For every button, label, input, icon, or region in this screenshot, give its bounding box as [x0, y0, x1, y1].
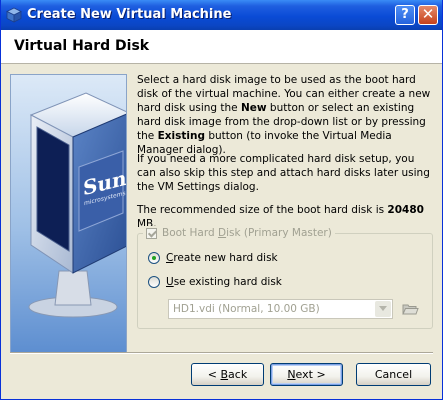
wizard-header: Virtual Hard Disk [1, 30, 442, 64]
use-existing-disk-radio[interactable]: Use existing hard disk [148, 275, 282, 289]
next-label: ext > [295, 368, 326, 381]
next-button[interactable]: Next > [270, 363, 343, 386]
back-label: ack [228, 368, 248, 381]
existing-keyword: Existing [157, 130, 205, 142]
checkbox-label: Boot Hard Disk (Primary Master) [162, 227, 332, 239]
create-new-disk-radio[interactable]: Create new hard disk [148, 251, 278, 265]
new-keyword: New [240, 102, 267, 114]
description-paragraph-1: Select a hard disk image to be used as t… [137, 73, 433, 157]
description-paragraph-2: If you need a more complicated hard disk… [137, 153, 430, 193]
back-prefix: < [207, 368, 221, 381]
existing-disk-dropdown[interactable]: HD1.vdi (Normal, 10.00 GB) [168, 299, 393, 319]
back-button[interactable]: < Back [191, 363, 264, 386]
help-button[interactable]: ? [395, 5, 415, 25]
chevron-down-icon [379, 306, 387, 311]
boot-hard-disk-checkbox[interactable]: Boot Hard Disk (Primary Master) [143, 226, 335, 240]
window-title: Create New Virtual Machine [27, 7, 232, 22]
use-existing-disk-label: Use existing hard disk [166, 276, 282, 288]
virtualbox-cube-illustration [28, 92, 126, 318]
checkbox-checkmark-icon[interactable] [146, 227, 157, 239]
radio-unselected-icon[interactable] [148, 276, 160, 288]
recommended-size-value: 20480 [387, 204, 424, 216]
existing-disk-value: HD1.vdi (Normal, 10.00 GB) [173, 303, 320, 315]
folder-open-icon [402, 304, 419, 315]
footer-separator [10, 352, 433, 354]
close-button[interactable]: ✕ [418, 5, 438, 25]
back-mnemonic: B [220, 368, 229, 381]
radio-selected-icon[interactable] [148, 252, 160, 264]
next-mnemonic: N [287, 368, 296, 381]
wizard-side-image: Sun microsystems [10, 74, 127, 354]
page-title: Virtual Hard Disk [14, 38, 150, 54]
create-new-disk-label: Create new hard disk [166, 252, 278, 264]
description-text: The recommended size of the boot hard di… [137, 204, 388, 216]
wizard-window: Create New Virtual Machine ? ✕ Virtual H… [0, 0, 443, 400]
dropdown-arrow-button[interactable] [375, 301, 391, 317]
title-bar[interactable]: Create New Virtual Machine ? ✕ [1, 0, 442, 30]
virtualbox-icon [6, 7, 22, 23]
select-existing-disk-button[interactable] [400, 299, 420, 319]
cancel-button[interactable]: Cancel [356, 363, 431, 386]
